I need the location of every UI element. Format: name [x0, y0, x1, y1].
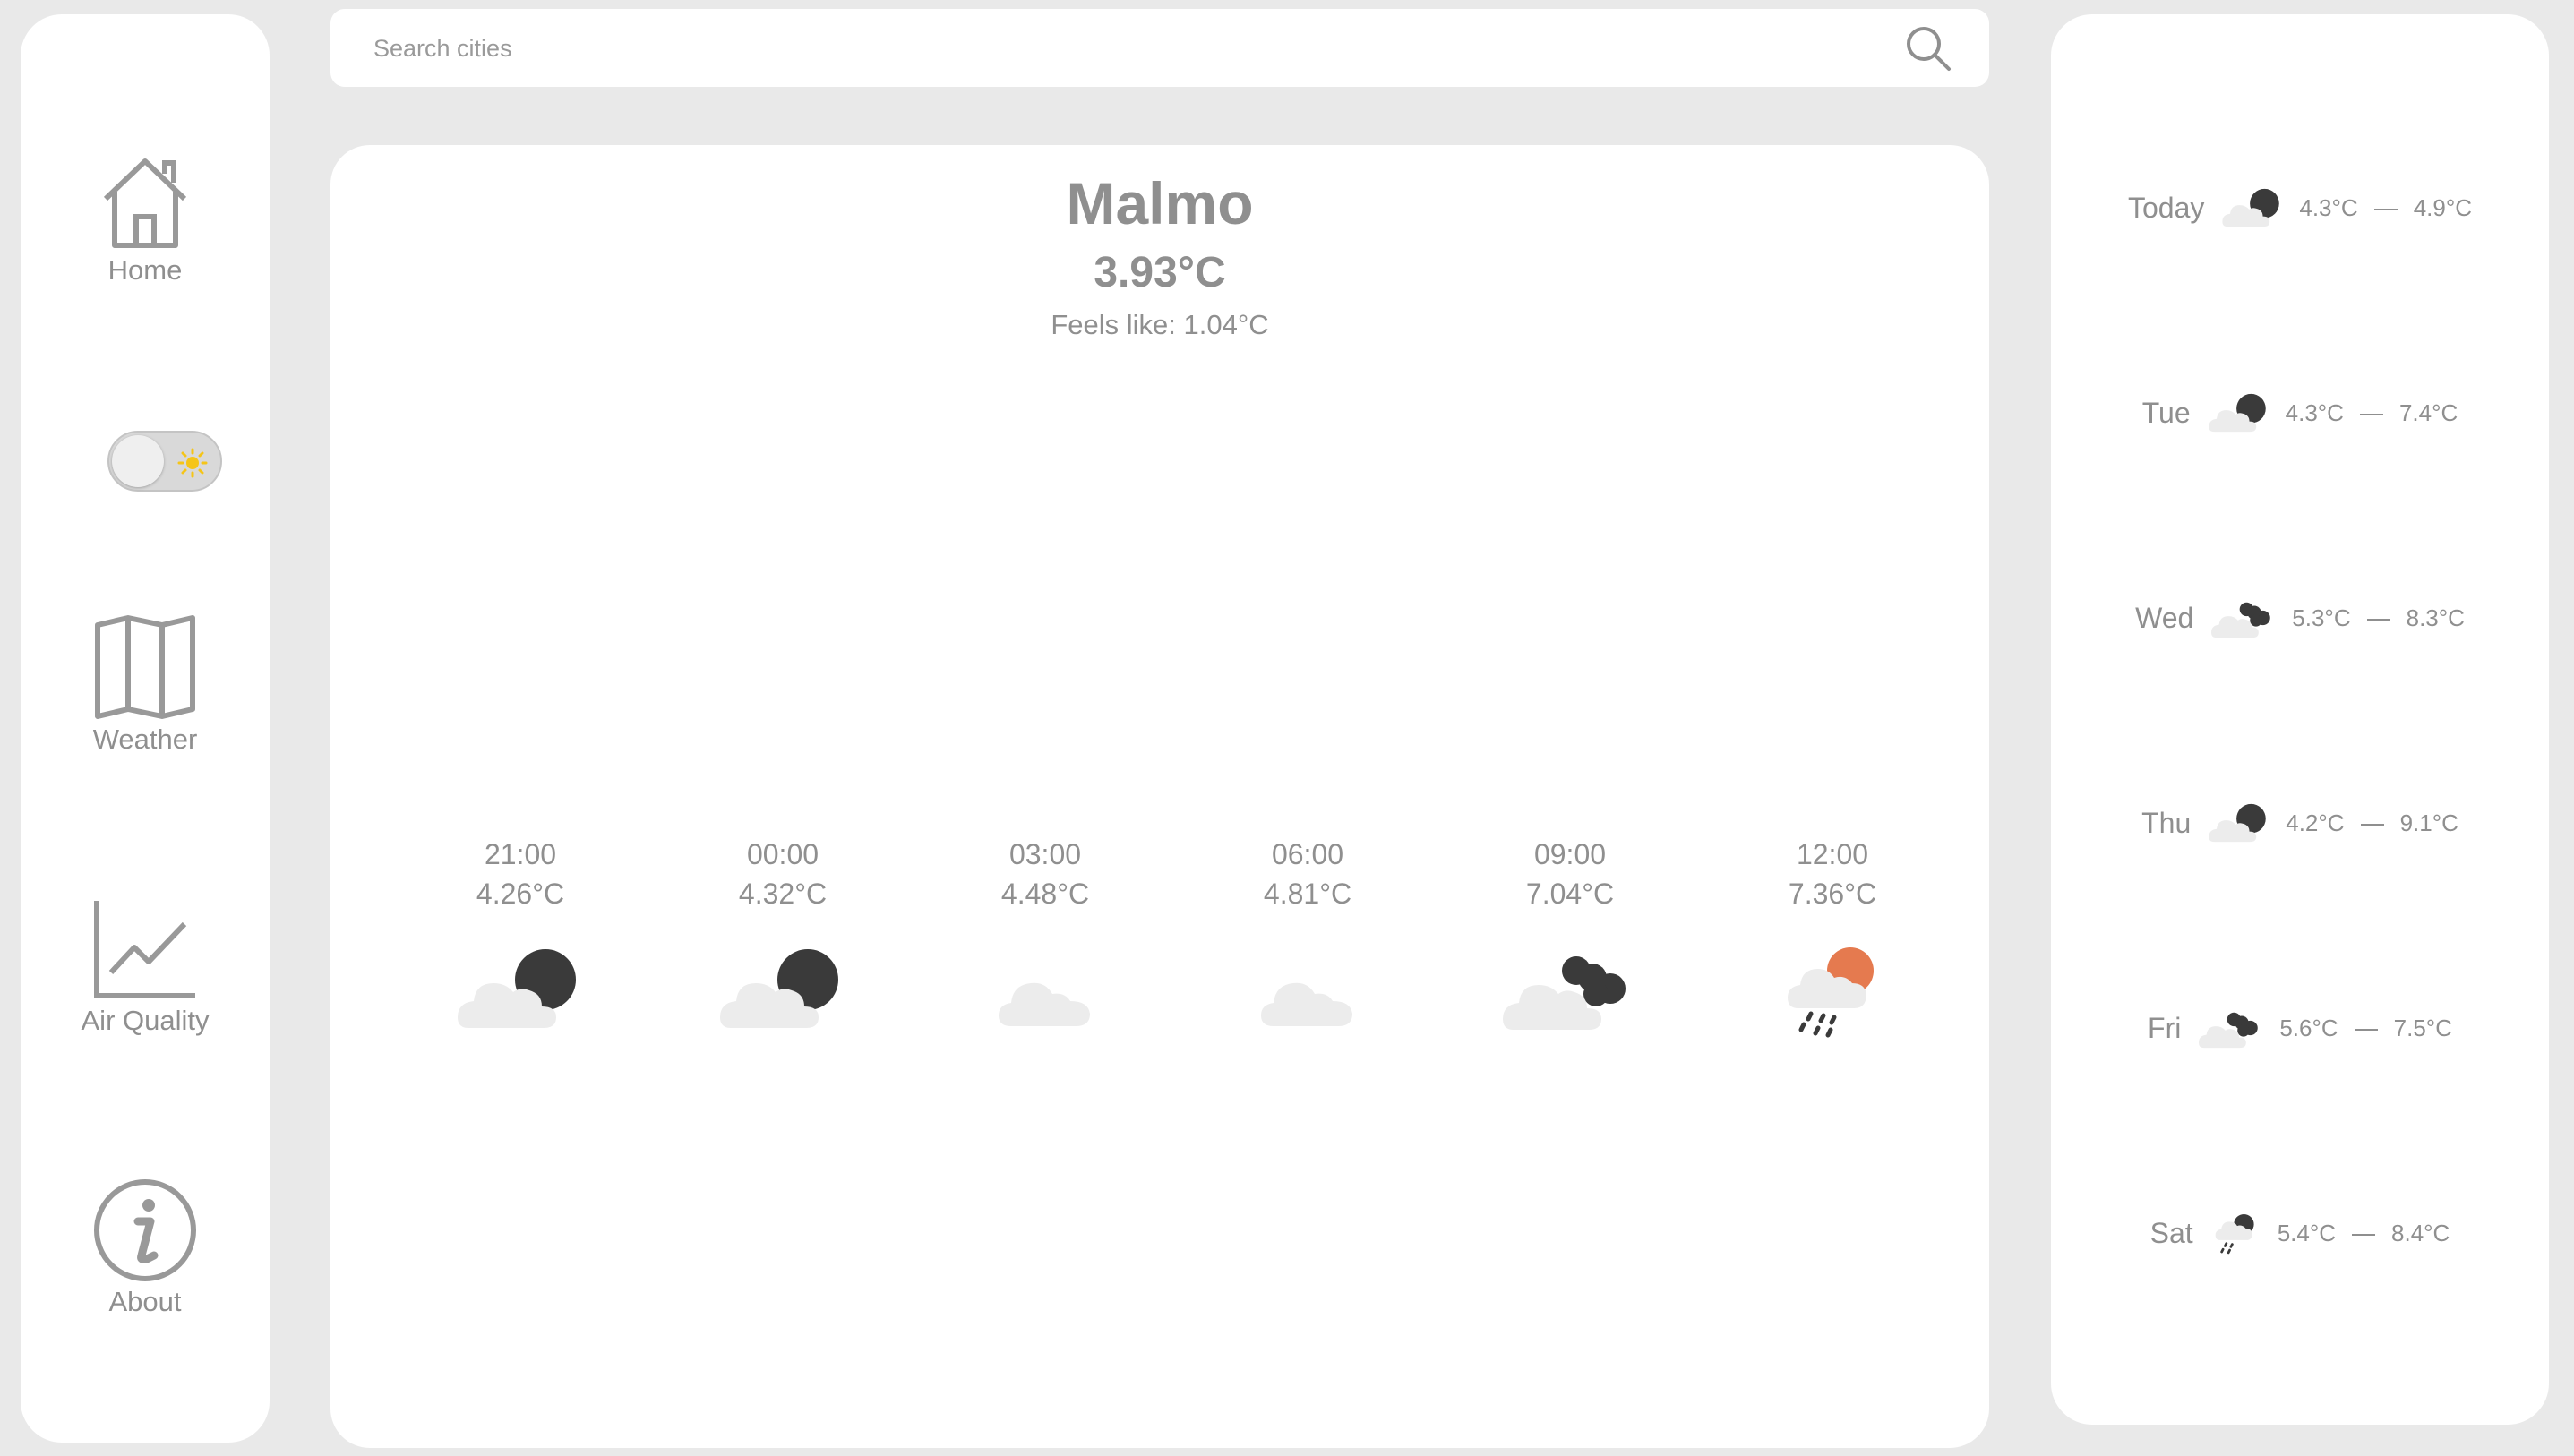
hourly-time: 00:00 [746, 838, 819, 870]
search-icon[interactable] [1905, 25, 1952, 72]
temp-max: 8.4°C [2391, 1219, 2450, 1246]
search-bar [330, 9, 1989, 87]
home-icon [103, 158, 187, 248]
hourly-temp: 4.81°C [1263, 878, 1352, 910]
temp-range: 4.3°C 4.9°C [2299, 194, 2472, 222]
current-weather-card: Malmo 3.93°C Feels like: 1.04°C 21:00 4.… [330, 145, 1989, 1448]
temp-range: 5.4°C 8.4°C [2278, 1220, 2450, 1247]
day-name: Wed [2135, 601, 2194, 634]
temp-max: 8.3°C [2406, 604, 2465, 631]
current-temperature: 3.93°C [1094, 249, 1226, 296]
hourly-forecast-item: 21:00 4.26°C [413, 835, 628, 1033]
search-input[interactable] [372, 29, 1808, 68]
temp-range: 5.6°C 7.5°C [2279, 1015, 2452, 1042]
hourly-temp: 4.48°C [1000, 878, 1090, 910]
sun-icon [177, 448, 208, 478]
temp-range: 5.3°C 8.3°C [2292, 604, 2465, 632]
rain-sun-icon [1788, 947, 1874, 1038]
hourly-time: 03:00 [1008, 838, 1082, 870]
temp-max: 9.1°C [2399, 809, 2458, 836]
cloud-moon-icon [2209, 803, 2266, 843]
nav-label-air-quality: Air Quality [81, 1005, 210, 1036]
city-name: Malmo [1066, 170, 1254, 236]
temp-max: 4.9°C [2413, 193, 2473, 221]
temp-range: 4.2°C 9.1°C [2286, 809, 2458, 837]
nav-item-air-quality[interactable]: Air Quality [21, 897, 270, 1037]
nav-item-weather[interactable]: Weather [21, 614, 270, 756]
cloud-icon [1261, 982, 1352, 1026]
cloud-icon [999, 982, 1090, 1026]
temp-min: 4.3°C [2285, 398, 2344, 426]
hourly-forecast-item: 12:00 7.36°C [1725, 835, 1940, 1042]
nav-item-home[interactable]: Home [21, 156, 270, 287]
nav-label-home: Home [107, 254, 183, 286]
daily-forecast-item: Sat 5.4°C 8.4°C [2051, 1206, 2549, 1260]
theme-toggle[interactable] [107, 431, 222, 492]
daily-forecast-item: Wed 5.3°C 8.3°C [2051, 591, 2549, 645]
day-name: Sat [2149, 1216, 2193, 1249]
info-icon [94, 1179, 196, 1281]
temp-range: 4.3°C 7.4°C [2286, 399, 2458, 427]
daily-forecast-item: Tue 4.3°C 7.4°C [2051, 386, 2549, 440]
day-name: Today [2127, 191, 2205, 224]
feels-like: Feels like: 1.04°C [1051, 309, 1269, 340]
toggle-knob [112, 435, 164, 487]
cloud-dark-clouds-icon [2211, 602, 2271, 638]
hourly-time: 06:00 [1271, 838, 1344, 870]
nav-item-about[interactable]: About [21, 1178, 270, 1318]
hourly-forecast-item: 00:00 4.32°C [675, 835, 890, 1033]
temp-min: 4.2°C [2286, 809, 2345, 836]
hourly-forecast-item: 03:00 4.48°C [938, 835, 1153, 1033]
rain-moon-icon [2215, 1214, 2254, 1255]
temp-max: 7.5°C [2393, 1014, 2452, 1041]
map-icon [95, 615, 195, 719]
cloud-moon-icon [2222, 188, 2280, 227]
nav-label-weather: Weather [92, 724, 198, 755]
line-chart-icon [94, 901, 195, 998]
cloud-dark-clouds-icon [1503, 956, 1626, 1030]
hourly-temp: 7.36°C [1788, 878, 1877, 910]
cloud-moon-icon [720, 949, 838, 1028]
temp-min: 4.3°C [2299, 193, 2358, 221]
sidebar-nav: Home Weather Air Quality About [21, 14, 270, 1443]
hourly-temp: 4.26°C [476, 878, 565, 910]
daily-forecast-item: Fri 5.6°C 7.5°C [2051, 1001, 2549, 1055]
day-name: Thu [2141, 806, 2192, 839]
hourly-time: 12:00 [1796, 838, 1869, 870]
temp-min: 5.4°C [2277, 1219, 2337, 1246]
cloud-moon-icon [2209, 393, 2266, 433]
hourly-time: 21:00 [484, 838, 557, 870]
temp-min: 5.6°C [2279, 1014, 2338, 1041]
hourly-temp: 4.32°C [738, 878, 828, 910]
hourly-temp: 7.04°C [1525, 878, 1615, 910]
day-name: Tue [2141, 396, 2191, 429]
cloud-moon-icon [458, 949, 576, 1028]
hourly-forecast-item: 09:00 7.04°C [1463, 835, 1677, 1033]
cloud-dark-clouds-icon [2199, 1012, 2259, 1049]
nav-label-about: About [108, 1286, 182, 1317]
temp-max: 7.4°C [2398, 398, 2458, 426]
daily-forecast-item: Today 4.3°C 4.9°C [2051, 181, 2549, 235]
hourly-time: 09:00 [1533, 838, 1607, 870]
hourly-forecast-item: 06:00 4.81°C [1200, 835, 1415, 1033]
daily-forecast-item: Thu 4.2°C 9.1°C [2051, 796, 2549, 850]
temp-min: 5.3°C [2292, 604, 2351, 631]
daily-forecast-panel: Today 4.3°C 4.9°C Tue 4.3°C 7.4°C Wed 5.3°… [2051, 14, 2549, 1425]
day-name: Fri [2148, 1011, 2182, 1044]
